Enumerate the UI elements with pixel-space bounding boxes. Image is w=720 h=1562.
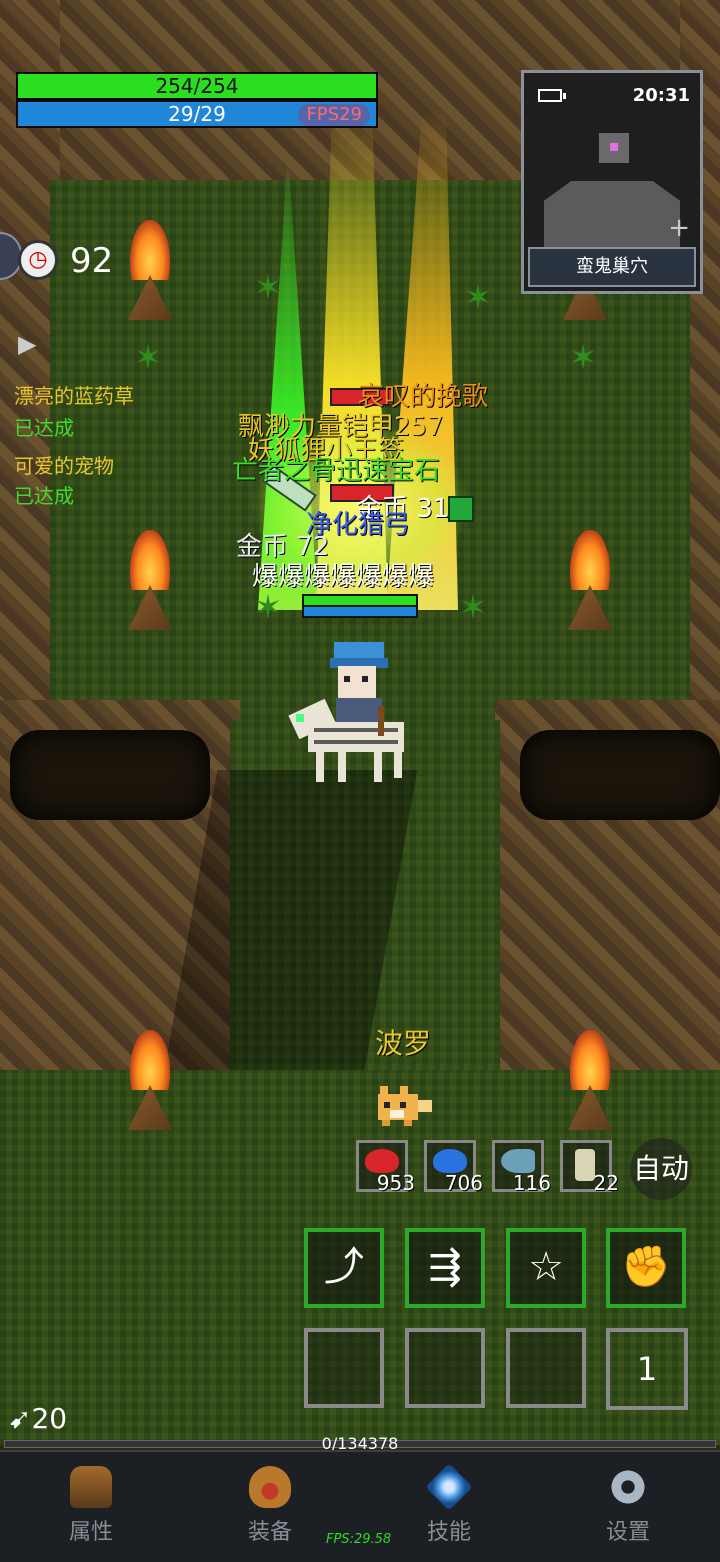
arrow-count: ➹20: [8, 1402, 67, 1436]
plant-icon: ✶: [253, 268, 283, 308]
swing-skill-icon[interactable]: ⤴: [304, 1228, 384, 1308]
red-potion-slot[interactable]: 953: [356, 1140, 415, 1195]
alarm-clock-icon: ◷: [18, 240, 58, 280]
scroll-count: 22: [593, 1171, 619, 1195]
dark-pit-left: [10, 730, 210, 820]
scroll-slot[interactable]: 22: [560, 1140, 619, 1195]
auto-button[interactable]: 自动: [630, 1138, 692, 1200]
fish-count: 116: [512, 1171, 551, 1195]
hp-bar: 254/254: [16, 72, 378, 100]
plant-icon: ✶: [458, 588, 488, 628]
arrow-count-value: 20: [31, 1402, 68, 1435]
torch-icon: [120, 1030, 180, 1140]
loot-text-4: 亡者之骨迅速宝石: [232, 456, 441, 486]
helmet-icon: [70, 1466, 112, 1508]
clock-time: 20:31: [632, 85, 690, 106]
fist-skill-icon[interactable]: ✊: [606, 1228, 686, 1308]
pet-name: 波罗: [375, 1027, 432, 1060]
torch-icon: [560, 1030, 620, 1140]
star-shot-skill-icon[interactable]: ☆: [506, 1228, 586, 1308]
plant-icon: ✶: [568, 338, 598, 378]
nav-equipment[interactable]: 装备: [220, 1466, 320, 1546]
nav-skills[interactable]: 技能: [399, 1463, 499, 1546]
fps-indicator: FPS29: [298, 104, 370, 126]
plant-icon: ✶: [463, 278, 493, 318]
player-marker-icon: [610, 143, 618, 151]
quest-status: 已达成: [14, 416, 74, 440]
battery-icon: [538, 89, 566, 102]
location-name: 蛮鬼巢穴: [528, 247, 696, 287]
empty-skill-slot[interactable]: [304, 1328, 384, 1408]
blue-potion-icon: [433, 1149, 467, 1173]
multi-arrow-skill-icon[interactable]: ⇶: [405, 1228, 485, 1308]
quest-title[interactable]: 漂亮的蓝药草: [14, 382, 134, 410]
red-potion-count: 953: [376, 1171, 415, 1195]
dark-pit-right: [520, 730, 720, 820]
minimap[interactable]: 20:31 + 蛮鬼巢穴: [521, 70, 703, 294]
fps-counter: FPS:29.58: [326, 1532, 392, 1547]
blue-potion-slot[interactable]: 706: [424, 1140, 483, 1195]
nav-attributes-label: 属性: [68, 1520, 113, 1545]
pet-fox[interactable]: [370, 1080, 434, 1128]
player-health-bar: [302, 594, 418, 618]
empty-skill-slot[interactable]: [506, 1328, 586, 1408]
skill-crystal-icon: [425, 1463, 473, 1511]
player-character[interactable]: [278, 636, 418, 786]
nav-attributes[interactable]: 属性: [41, 1466, 141, 1546]
nav-equipment-label: 装备: [247, 1520, 292, 1545]
countdown-timer: 92: [70, 241, 114, 281]
fish-slot[interactable]: 116: [492, 1140, 551, 1195]
skill-page-button[interactable]: 1: [606, 1328, 688, 1410]
blue-potion-count: 706: [444, 1171, 483, 1195]
quest-status: 已达成: [14, 484, 74, 508]
torch-icon: [120, 220, 180, 330]
nav-skills-label: 技能: [426, 1520, 471, 1545]
fish-icon: [501, 1149, 535, 1173]
red-potion-icon: [365, 1149, 399, 1173]
minimap-room: [544, 181, 680, 247]
bag-icon: [249, 1466, 291, 1508]
nav-settings[interactable]: 设置: [578, 1466, 678, 1546]
gem-loot-icon[interactable]: [448, 496, 474, 522]
nav-settings-label: 设置: [605, 1520, 650, 1545]
torch-icon: [560, 530, 620, 640]
quest-title[interactable]: 可爱的宠物: [14, 452, 114, 480]
expand-map-icon[interactable]: +: [668, 213, 690, 243]
hp-value: 254/254: [155, 74, 239, 98]
loot-text-8: 爆爆爆爆爆爆爆: [252, 562, 435, 592]
torch-icon: [120, 530, 180, 640]
empty-skill-slot[interactable]: [405, 1328, 485, 1408]
mp-bar: 29/29 FPS29: [16, 100, 378, 128]
scroll-icon: [575, 1149, 595, 1181]
plant-icon: ✶: [253, 588, 283, 628]
quest-toggle-arrow-icon[interactable]: ▶: [18, 330, 36, 358]
plant-icon: ✶: [133, 338, 163, 378]
arrow-icon: ➹: [8, 1402, 32, 1435]
gear-icon: [607, 1466, 649, 1508]
